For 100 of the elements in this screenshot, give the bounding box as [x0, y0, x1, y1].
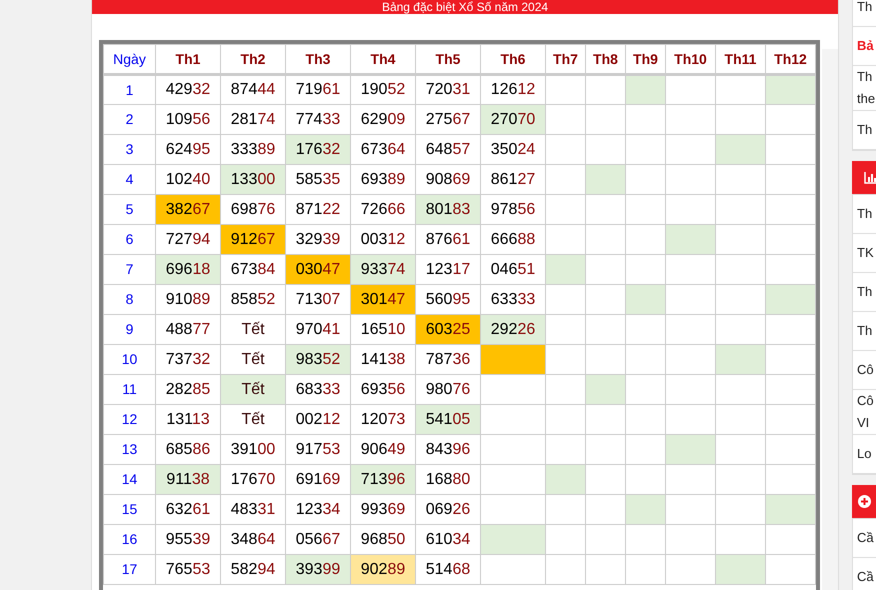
result-cell: 90289 — [350, 554, 416, 584]
table-cell — [546, 164, 586, 194]
result-cell: 61034 — [416, 524, 480, 554]
result-cell: 87444 — [220, 74, 286, 104]
plus-circle-icon — [858, 495, 871, 508]
result-cell: 66688 — [480, 224, 546, 254]
table-cell — [716, 74, 766, 104]
table-cell — [626, 464, 666, 494]
sidebar-link[interactable]: Cầ — [853, 519, 876, 558]
table-cell — [586, 104, 626, 134]
table-cell — [626, 344, 666, 374]
table-cell — [626, 254, 666, 284]
table-cell — [480, 554, 546, 584]
result-cell: 39399 — [286, 554, 350, 584]
result-cell: 54105 — [416, 404, 480, 434]
result-cell: 19052 — [350, 74, 416, 104]
result-cell: 64857 — [416, 134, 480, 164]
table-cell — [586, 404, 626, 434]
sidebar-link[interactable]: Lo — [853, 435, 876, 474]
result-cell: 67384 — [220, 254, 286, 284]
result-cell: 69876 — [220, 194, 286, 224]
table-cell — [626, 434, 666, 464]
table-cell — [666, 194, 716, 224]
sidebar-link[interactable]: Th — [853, 111, 876, 150]
table-cell — [666, 464, 716, 494]
table-cell — [626, 164, 666, 194]
table-cell — [546, 524, 586, 554]
result-cell: 87122 — [286, 194, 350, 224]
result-cell: 72794 — [156, 224, 220, 254]
result-cell: 72031 — [416, 74, 480, 104]
result-cell: 69169 — [286, 464, 350, 494]
result-cell: 68333 — [286, 374, 350, 404]
table-cell — [766, 554, 816, 584]
table-cell — [716, 314, 766, 344]
table-cell — [586, 314, 626, 344]
result-cell: 17670 — [220, 464, 286, 494]
table-cell — [716, 254, 766, 284]
result-cell: 91753 — [286, 434, 350, 464]
result-cell: 63261 — [156, 494, 220, 524]
table-cell — [586, 74, 626, 104]
table-cell — [666, 134, 716, 164]
sidebar-link[interactable]: Bả — [853, 27, 876, 66]
result-cell: 63333 — [480, 284, 546, 314]
result-cell: 69618 — [156, 254, 220, 284]
sidebar-link[interactable]: Th the — [853, 66, 876, 111]
holiday-cell: Tết — [220, 314, 286, 344]
sidebar-link[interactable]: Th — [853, 0, 876, 27]
sidebar-link[interactable]: Th — [853, 195, 876, 234]
result-cell: 00212 — [286, 404, 350, 434]
sidebar-link[interactable]: TK — [853, 234, 876, 273]
table-cell — [586, 194, 626, 224]
table-cell — [586, 284, 626, 314]
result-cell: 28285 — [156, 374, 220, 404]
table-cell — [546, 314, 586, 344]
result-cell: 30147 — [350, 284, 416, 314]
table-cell — [716, 194, 766, 224]
result-cell: 87661 — [416, 224, 480, 254]
result-cell: 33389 — [220, 134, 286, 164]
result-cell: 58535 — [286, 164, 350, 194]
table-cell — [766, 254, 816, 284]
result-cell: 69356 — [350, 374, 416, 404]
table-cell — [586, 494, 626, 524]
result-cell: 98352 — [286, 344, 350, 374]
result-cell: 29226 — [480, 314, 546, 344]
table-cell — [666, 254, 716, 284]
result-cell: 71307 — [286, 284, 350, 314]
result-cell: 06926 — [416, 494, 480, 524]
holiday-cell: Tết — [220, 344, 286, 374]
table-cell — [716, 494, 766, 524]
result-cell: 16510 — [350, 314, 416, 344]
sidebar-link[interactable]: Th — [853, 312, 876, 351]
sidebar-link[interactable]: Cô VI — [853, 390, 876, 435]
table-cell — [626, 524, 666, 554]
table-cell — [480, 494, 546, 524]
table-cell — [666, 284, 716, 314]
result-cell: 13113 — [156, 404, 220, 434]
result-cell: 80183 — [416, 194, 480, 224]
result-cell: 48331 — [220, 494, 286, 524]
table-cell — [766, 404, 816, 434]
result-cell: 12612 — [480, 74, 546, 104]
table-cell — [766, 194, 816, 224]
result-cell: 10956 — [156, 104, 220, 134]
result-cell: 03047 — [286, 254, 350, 284]
sidebar-link[interactable]: Cô — [853, 351, 876, 390]
result-cell: 90649 — [350, 434, 416, 464]
result-cell: 69389 — [350, 164, 416, 194]
table-cell — [626, 404, 666, 434]
sidebar-link[interactable]: Cầ — [853, 558, 876, 590]
result-cell: 73732 — [156, 344, 220, 374]
table-cell — [716, 524, 766, 554]
table-cell — [546, 284, 586, 314]
table-cell — [666, 494, 716, 524]
result-cell: 10240 — [156, 164, 220, 194]
table-cell — [626, 554, 666, 584]
result-cell: 62495 — [156, 134, 220, 164]
result-cell: 12317 — [416, 254, 480, 284]
sidebar-link[interactable]: Th — [853, 273, 876, 312]
table-cell — [480, 374, 546, 404]
table-cell — [546, 434, 586, 464]
result-cell: 98076 — [416, 374, 480, 404]
